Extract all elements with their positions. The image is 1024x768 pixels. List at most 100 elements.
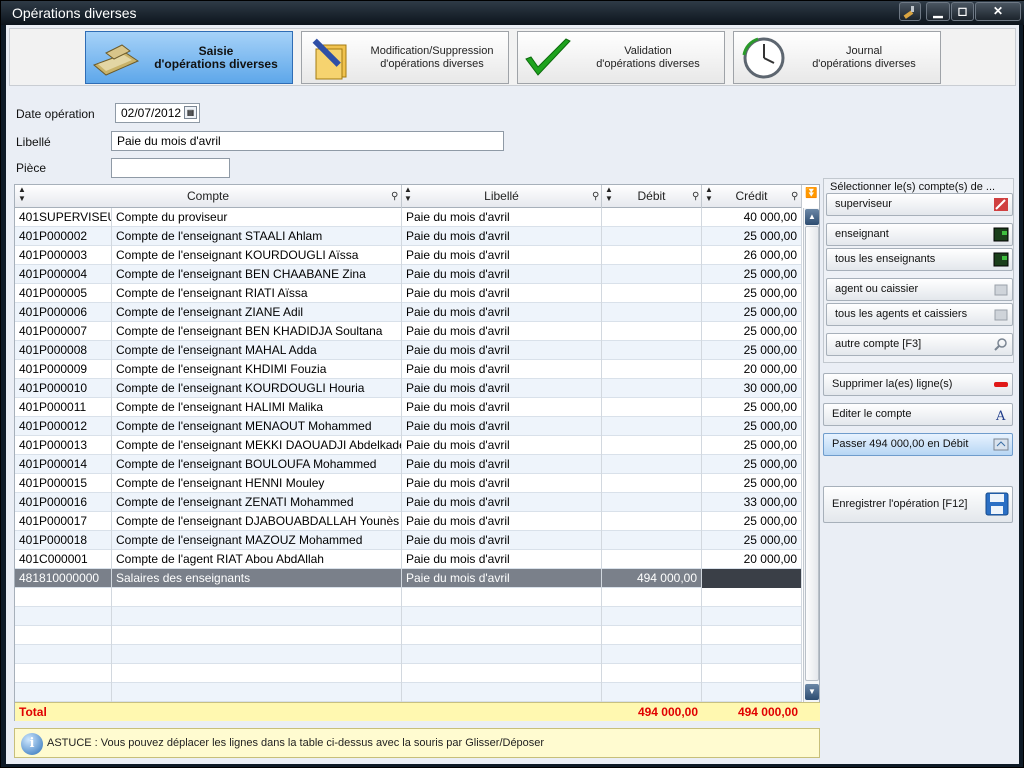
cell-compte[interactable]: Compte de l'enseignant MEKKI DAOUADJI Ab…	[112, 436, 402, 455]
cell-code[interactable]: 401P000007	[15, 322, 112, 341]
cell-empty[interactable]	[402, 664, 602, 683]
table-row[interactable]: 401P000007 Compte de l'enseignant BEN KHA…	[15, 322, 802, 341]
table-row-empty[interactable]	[15, 588, 802, 607]
cell-libelle[interactable]: Paie du mois d'avril	[402, 360, 602, 379]
cell-empty[interactable]	[602, 683, 702, 702]
cell-debit[interactable]	[602, 531, 702, 550]
cell-debit[interactable]	[602, 322, 702, 341]
cell-compte[interactable]: Compte de l'enseignant MAHAL Adda	[112, 341, 402, 360]
cell-compte[interactable]: Compte de l'enseignant BEN KHADIDJA Soul…	[112, 322, 402, 341]
table-row[interactable]: 401P000017 Compte de l'enseignant DJABOUA…	[15, 512, 802, 531]
cell-credit[interactable]: 26 000,00	[702, 246, 802, 265]
cell-empty[interactable]	[112, 664, 402, 683]
cell-debit[interactable]	[602, 208, 702, 227]
cell-debit[interactable]	[602, 398, 702, 417]
cell-libelle[interactable]: Paie du mois d'avril	[402, 284, 602, 303]
cell-compte[interactable]: Compte de l'enseignant ZENATI Mohammed	[112, 493, 402, 512]
table-row[interactable]: 401P000010 Compte de l'enseignant KOURDOU…	[15, 379, 802, 398]
minimize-button[interactable]: ▁	[926, 2, 950, 21]
table-row-empty[interactable]	[15, 664, 802, 683]
cell-empty[interactable]	[702, 626, 802, 645]
cell-libelle[interactable]: Paie du mois d'avril	[402, 227, 602, 246]
cell-empty[interactable]	[602, 588, 702, 607]
cell-empty[interactable]	[15, 588, 112, 607]
cell-credit[interactable]: 25 000,00	[702, 531, 802, 550]
cell-credit[interactable]: 25 000,00	[702, 284, 802, 303]
cell-libelle[interactable]: Paie du mois d'avril	[402, 550, 602, 569]
cell-credit[interactable]: 25 000,00	[702, 227, 802, 246]
cell-code[interactable]: 401P000013	[15, 436, 112, 455]
cell-libelle[interactable]: Paie du mois d'avril	[402, 436, 602, 455]
scroll-up-button[interactable]: ▲	[805, 209, 819, 225]
cell-code[interactable]: 401P000004	[15, 265, 112, 284]
table-row[interactable]: 401P000018 Compte de l'enseignant MAZOUZ …	[15, 531, 802, 550]
cell-compte[interactable]: Compte de l'enseignant BEN CHAABANE Zina	[112, 265, 402, 284]
search-key-icon[interactable]: ⚲	[791, 191, 798, 202]
expand-all-icon[interactable]: ⏬	[805, 188, 817, 199]
cell-libelle[interactable]: Paie du mois d'avril	[402, 303, 602, 322]
table-row-empty[interactable]	[15, 626, 802, 645]
cell-debit[interactable]	[602, 360, 702, 379]
cell-empty[interactable]	[402, 607, 602, 626]
cell-debit[interactable]	[602, 341, 702, 360]
table-row[interactable]: 401P000006 Compte de l'enseignant ZIANE A…	[15, 303, 802, 322]
cell-code[interactable]: 401P000018	[15, 531, 112, 550]
table-row[interactable]: 401P000002 Compte de l'enseignant STAALI …	[15, 227, 802, 246]
scroll-down-button[interactable]: ▼	[805, 684, 819, 700]
cell-credit[interactable]: 25 000,00	[702, 436, 802, 455]
cell-debit[interactable]	[602, 455, 702, 474]
cell-empty[interactable]	[112, 626, 402, 645]
table-row[interactable]: 401P000015 Compte de l'enseignant HENNI M…	[15, 474, 802, 493]
cell-libelle[interactable]: Paie du mois d'avril	[402, 246, 602, 265]
supprimer-lignes-button[interactable]: Supprimer la(es) ligne(s)	[823, 373, 1013, 396]
cell-debit[interactable]: 494 000,00	[602, 569, 702, 588]
cell-libelle[interactable]: Paie du mois d'avril	[402, 493, 602, 512]
tab-journal[interactable]: Journal d'opérations diverses	[733, 31, 941, 84]
cell-credit[interactable]: 25 000,00	[702, 417, 802, 436]
cell-code[interactable]: 401P000005	[15, 284, 112, 303]
col-credit[interactable]: Crédit	[702, 185, 802, 208]
cell-empty[interactable]	[602, 607, 702, 626]
cell-debit[interactable]	[602, 474, 702, 493]
table-row[interactable]: 401P000012 Compte de l'enseignant MENAOUT…	[15, 417, 802, 436]
cell-code[interactable]: 401P000017	[15, 512, 112, 531]
cell-compte[interactable]: Compte de l'enseignant KHDIMI Fouzia	[112, 360, 402, 379]
cell-compte[interactable]: Compte de l'enseignant MAZOUZ Mohammed	[112, 531, 402, 550]
cell-empty[interactable]	[402, 683, 602, 702]
cell-credit[interactable]	[702, 569, 802, 588]
cell-debit[interactable]	[602, 246, 702, 265]
cell-compte[interactable]: Compte de l'enseignant HENNI Mouley	[112, 474, 402, 493]
cell-libelle[interactable]: Paie du mois d'avril	[402, 379, 602, 398]
cell-credit[interactable]: 25 000,00	[702, 341, 802, 360]
cell-libelle[interactable]: Paie du mois d'avril	[402, 341, 602, 360]
cell-credit[interactable]: 25 000,00	[702, 398, 802, 417]
cell-code[interactable]: 401P000008	[15, 341, 112, 360]
table-row-selected[interactable]: 481810000000 Salaires des enseignants Paie…	[15, 569, 802, 588]
table-row[interactable]: 401C000001 Compte de l'agent RIAT Abou Ab…	[15, 550, 802, 569]
table-row[interactable]: 401P000003 Compte de l'enseignant KOURDOU…	[15, 246, 802, 265]
cell-empty[interactable]	[702, 588, 802, 607]
cell-libelle[interactable]: Paie du mois d'avril	[402, 398, 602, 417]
tab-modification[interactable]: Modification/Suppression d'opérations di…	[301, 31, 509, 84]
table-row[interactable]: 401P000011 Compte de l'enseignant HALIMI …	[15, 398, 802, 417]
cell-compte[interactable]: Compte de l'enseignant KOURDOUGLI Aïssa	[112, 246, 402, 265]
cell-code[interactable]: 401P000014	[15, 455, 112, 474]
cell-credit[interactable]: 20 000,00	[702, 550, 802, 569]
cell-code[interactable]: 401P000003	[15, 246, 112, 265]
cell-empty[interactable]	[702, 683, 802, 702]
cell-empty[interactable]	[15, 664, 112, 683]
table-row[interactable]: 401P000009 Compte de l'enseignant KHDIMI …	[15, 360, 802, 379]
cell-compte[interactable]: Compte de l'enseignant STAALI Ahlam	[112, 227, 402, 246]
cell-code[interactable]: 401P000009	[15, 360, 112, 379]
table-row[interactable]: 401P000004 Compte de l'enseignant BEN CHA…	[15, 265, 802, 284]
col-debit[interactable]: Débit	[602, 185, 702, 208]
cell-credit[interactable]: 25 000,00	[702, 474, 802, 493]
tous-enseignants-button[interactable]: tous les enseignants	[826, 248, 1013, 271]
superviseur-button[interactable]: superviseur	[826, 193, 1013, 216]
cell-libelle[interactable]: Paie du mois d'avril	[402, 474, 602, 493]
piece-field[interactable]	[111, 158, 230, 178]
cell-credit[interactable]: 25 000,00	[702, 455, 802, 474]
maximize-button[interactable]: ◻	[951, 2, 974, 21]
cell-code[interactable]: 401P000012	[15, 417, 112, 436]
passer-debit-button[interactable]: Passer 494 000,00 en Débit	[823, 433, 1013, 456]
